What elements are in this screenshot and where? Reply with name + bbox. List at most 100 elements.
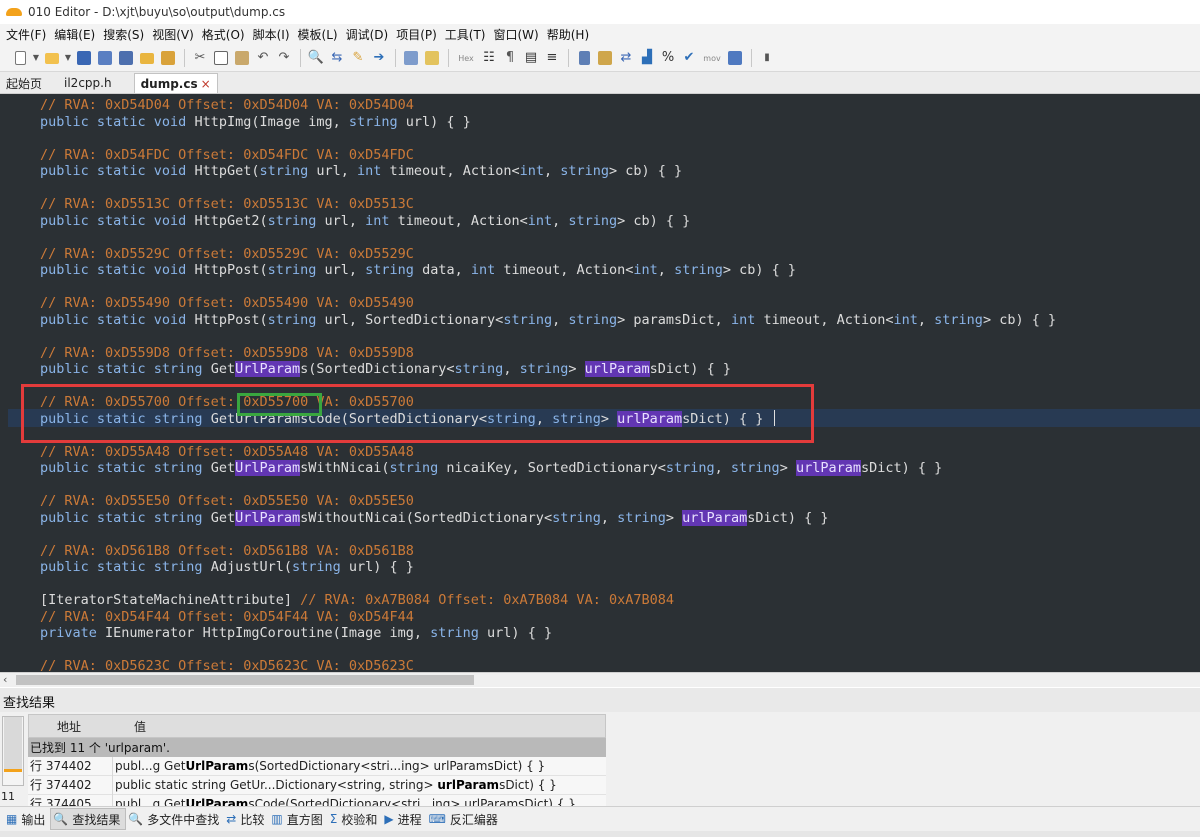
code-token: [IteratorStateMachineAttribute] [40,592,301,608]
code-token: string [665,460,715,476]
tab-output[interactable]: ▦ 输出 [4,808,50,830]
code-token: AdjustUrl( [210,559,292,575]
column-header-address[interactable]: 地址 [29,718,114,735]
results-vertical-scrollbar[interactable] [2,716,24,786]
results-scrollbar-thumb[interactable] [4,717,22,772]
tab-compare[interactable]: ⇄ 比较 [224,808,269,830]
code-token: > cb) { } [609,163,683,179]
title-bar: 010 Editor - D:\xjt\buyu\so\output\dump.… [0,0,1200,24]
toolbar-separator [751,49,752,67]
code-token: url) { } [340,559,414,575]
tab-find-in-files[interactable]: 🔍 多文件中查找 [126,808,224,830]
menu-help[interactable]: 帮助(H) [545,26,595,43]
code-token: string [617,510,666,526]
open-project-icon[interactable] [158,48,178,68]
column-mode-icon[interactable]: ☷ [479,48,499,68]
scrollbar-thumb[interactable] [16,675,474,685]
dropdown-arrow-icon[interactable]: ▼ [31,48,41,68]
code-editor[interactable]: // RVA: 0xD54D04 Offset: 0xD54D04 VA: 0x… [0,94,1200,672]
table-row[interactable]: 行 374402 publ...g GetUrlParams(SortedDic… [28,756,606,776]
tab-checksum[interactable]: Σ 校验和 [328,808,383,830]
checksum-icon[interactable]: ✔ [679,48,699,68]
code-token: public static string [40,460,211,476]
save-all-icon[interactable] [116,48,136,68]
code-token: sWithoutNicai(SortedDictionary< [300,510,553,526]
redo-icon[interactable]: ↷ [274,48,294,68]
line-numbers-icon[interactable]: ≡ [542,48,562,68]
script-icon[interactable]: ⇄ [616,48,636,68]
code-token: string [552,510,601,526]
tab-start-page[interactable]: 起始页 [0,73,48,93]
tab-il2cpp-h[interactable]: il2cpp.h [58,73,118,93]
table-row[interactable]: 行 374405 publ...g GetUrlParamsCode(Sorte… [28,794,606,806]
horizontal-scrollbar[interactable]: ‹ [0,672,1200,687]
code-line: private IEnumerator HttpImgCoroutine(Ima… [40,625,552,642]
code-token: string [560,163,610,179]
edit-as-icon[interactable] [422,48,442,68]
tab-dump-cs[interactable]: dump.cs × [133,73,218,93]
copy-icon[interactable] [211,48,231,68]
code-token: Get [210,460,236,476]
disassembler-icon[interactable]: mov [700,48,724,68]
menu-format[interactable]: 格式(O) [200,26,251,43]
template-icon[interactable] [595,48,615,68]
find-in-files-icon[interactable]: ✎ [348,48,368,68]
text-mode-icon[interactable] [401,48,421,68]
code-token: Get [210,510,236,526]
code-token: HttpGet( [194,163,260,179]
cut-icon[interactable]: ✂ [190,48,210,68]
code-token: // RVA: 0xD561B8 Offset: 0xD561B8 VA: 0x… [40,543,414,559]
dropdown-arrow-icon[interactable]: ▼ [63,48,73,68]
find-icon[interactable]: 🔍 [306,48,326,68]
code-token: sDict) { } [649,361,731,377]
code-token: string [348,114,398,130]
folder-icon[interactable] [137,48,157,68]
hex-mode-icon[interactable]: Hex [454,48,478,68]
code-token: public static string [40,559,211,575]
code-token: // RVA: 0xD55A48 Offset: 0xD55A48 VA: 0x… [40,444,414,460]
goto-icon[interactable]: ➔ [369,48,389,68]
tab-find-results[interactable]: 🔍 查找结果 [50,808,127,830]
result-address: 行 374405 [28,794,113,806]
menu-window[interactable]: 窗口(W) [492,26,545,43]
menu-debug[interactable]: 调试(D) [344,26,395,43]
code-token: string [519,361,569,377]
base-converter-icon[interactable] [725,48,745,68]
tab-histogram[interactable]: ▥ 直方图 [269,808,327,830]
replace-icon[interactable]: ⇆ [327,48,347,68]
word-wrap-icon[interactable]: ▤ [521,48,541,68]
menu-project[interactable]: 项目(P) [394,26,443,43]
tab-process[interactable]: ▶ 进程 [382,808,426,830]
menu-edit[interactable]: 编辑(E) [52,26,101,43]
histogram-icon[interactable]: ▟ [637,48,657,68]
disassembler-icon: ⌨ [428,812,446,826]
code-token: s(SortedDictionary< [300,361,455,377]
code-token: HttpGet2( [194,213,268,229]
undo-icon[interactable]: ↶ [253,48,273,68]
toolbar-grip-icon[interactable]: ▮ [757,48,777,68]
menu-view[interactable]: 视图(V) [150,26,200,43]
column-header-value[interactable]: 值 [114,718,146,735]
code-token: sDict) { } [861,460,943,476]
menu-template[interactable]: 模板(L) [296,26,344,43]
find-results-panel: 11 地址 值 已找到 11 个 'urlparam'. 行 374402 pu… [0,712,1200,806]
close-icon[interactable]: × [201,77,211,91]
result-value: public static string GetUr...Dictionary<… [115,778,557,792]
new-file-icon[interactable] [10,48,30,68]
code-token: url, [316,262,366,278]
save-icon[interactable] [74,48,94,68]
code-token: url) { } [397,114,471,130]
paragraph-icon[interactable]: ¶ [500,48,520,68]
menu-tools[interactable]: 工具(T) [443,26,492,43]
menu-file[interactable]: 文件(F) [4,26,52,43]
tab-disassembler[interactable]: ⌨ 反汇编器 [427,808,503,830]
percent-icon[interactable]: % [658,48,678,68]
calculator-icon[interactable] [574,48,594,68]
menu-script[interactable]: 脚本(I) [251,26,296,43]
open-folder-icon[interactable] [42,48,62,68]
table-row[interactable]: 行 374402 public static string GetUr...Di… [28,775,606,795]
menu-search[interactable]: 搜索(S) [101,26,150,43]
paste-icon[interactable] [232,48,252,68]
scroll-left-icon[interactable]: ‹ [3,673,7,686]
save-as-icon[interactable] [95,48,115,68]
